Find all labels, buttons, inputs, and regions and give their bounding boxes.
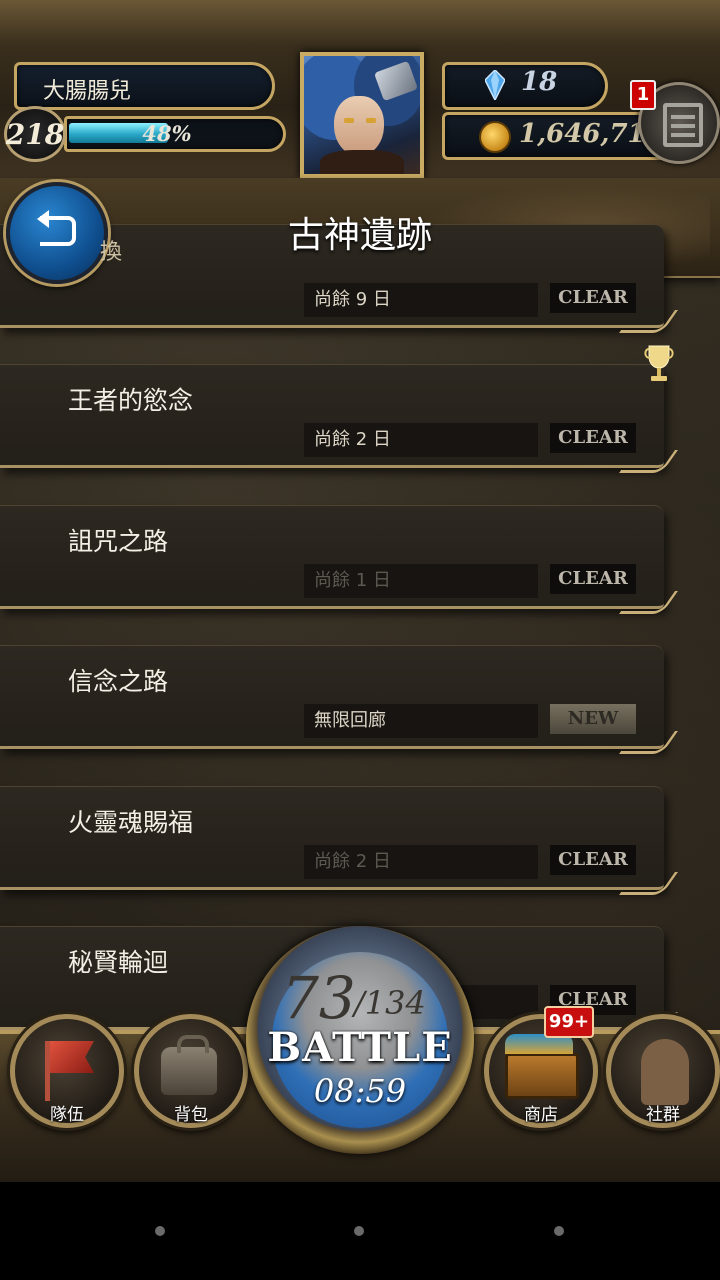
stamina-timer: 08:59 <box>313 1072 407 1110</box>
stage-row[interactable]: 火靈魂賜福 尚餘 2 日 CLEAR <box>0 786 664 890</box>
avatar[interactable] <box>300 52 424 178</box>
system-nav-bar <box>0 1182 720 1280</box>
back-button[interactable] <box>6 182 108 284</box>
avatar-portrait <box>304 56 420 174</box>
social-label: 社群 <box>646 1105 680 1125</box>
battle-label: BATTLE <box>267 1024 453 1071</box>
crystal-icon <box>485 70 505 100</box>
stage-clear-tag: CLEAR <box>550 283 636 313</box>
bag-label: 背包 <box>174 1105 208 1125</box>
stage-new-tag: NEW <box>550 704 636 734</box>
return-arrow-icon <box>37 210 76 246</box>
stage-status: 無限回廊 <box>304 704 538 738</box>
top-hud: 大腸腸兒 48% 218 18 1,646,713 1 <box>0 0 720 181</box>
stage-status: 尚餘 9 日 <box>304 283 538 317</box>
gem-counter[interactable]: 18 <box>442 62 608 110</box>
flag-icon-cloth <box>50 1041 94 1073</box>
back-button-label: 換 <box>100 240 123 265</box>
level-badge: 218 <box>4 106 66 162</box>
stage-clear-tag: CLEAR <box>550 423 636 453</box>
xp-bar: 48% <box>64 116 286 152</box>
gem-count: 18 <box>521 67 558 97</box>
shop-badge: 99+ <box>544 1006 594 1038</box>
notification-badge: 1 <box>630 80 656 110</box>
trophy-icon <box>644 345 674 381</box>
backpack-icon <box>161 1035 217 1095</box>
nav-recents-button[interactable] <box>554 1226 564 1236</box>
menu-list-icon <box>663 103 703 147</box>
player-name-plate[interactable]: 大腸腸兒 <box>14 62 275 110</box>
stage-clear-tag: CLEAR <box>550 845 636 875</box>
game-screen: 大腸腸兒 48% 218 18 1,646,713 1 換 古神遺跡 尚餘 9 … <box>0 0 720 1182</box>
stage-clear-tag: CLEAR <box>550 564 636 594</box>
stage-row[interactable]: 王者的慾念 尚餘 2 日 CLEAR <box>0 364 664 468</box>
people-icon <box>641 1039 689 1105</box>
stamina-current: 73 <box>282 964 356 1032</box>
stamina-max: /134 <box>354 984 426 1022</box>
stage-name: 詛咒之路 <box>68 527 169 556</box>
player-name: 大腸腸兒 <box>43 79 132 104</box>
stage-name: 信念之路 <box>68 667 169 696</box>
stage-status: 尚餘 1 日 <box>304 564 538 598</box>
stage-name: 王者的慾念 <box>68 386 194 415</box>
xp-percent: 48% <box>142 121 192 146</box>
nav-home-button[interactable] <box>354 1226 364 1236</box>
gold-coin-icon <box>479 121 511 153</box>
treasure-chest-icon <box>505 1034 579 1099</box>
stage-status: 尚餘 2 日 <box>304 423 538 457</box>
stage-name: 秘賢輪迴 <box>68 948 169 977</box>
stage-row[interactable]: 信念之路 無限回廊 NEW <box>0 645 664 749</box>
team-label: 隊伍 <box>50 1105 84 1125</box>
stage-name: 火靈魂賜福 <box>68 808 194 837</box>
flag-icon <box>45 1041 50 1101</box>
shop-label: 商店 <box>524 1105 558 1125</box>
stage-status: 尚餘 2 日 <box>304 845 538 879</box>
nav-back-button[interactable] <box>155 1226 165 1236</box>
stage-row[interactable]: 詛咒之路 尚餘 1 日 CLEAR <box>0 505 664 609</box>
